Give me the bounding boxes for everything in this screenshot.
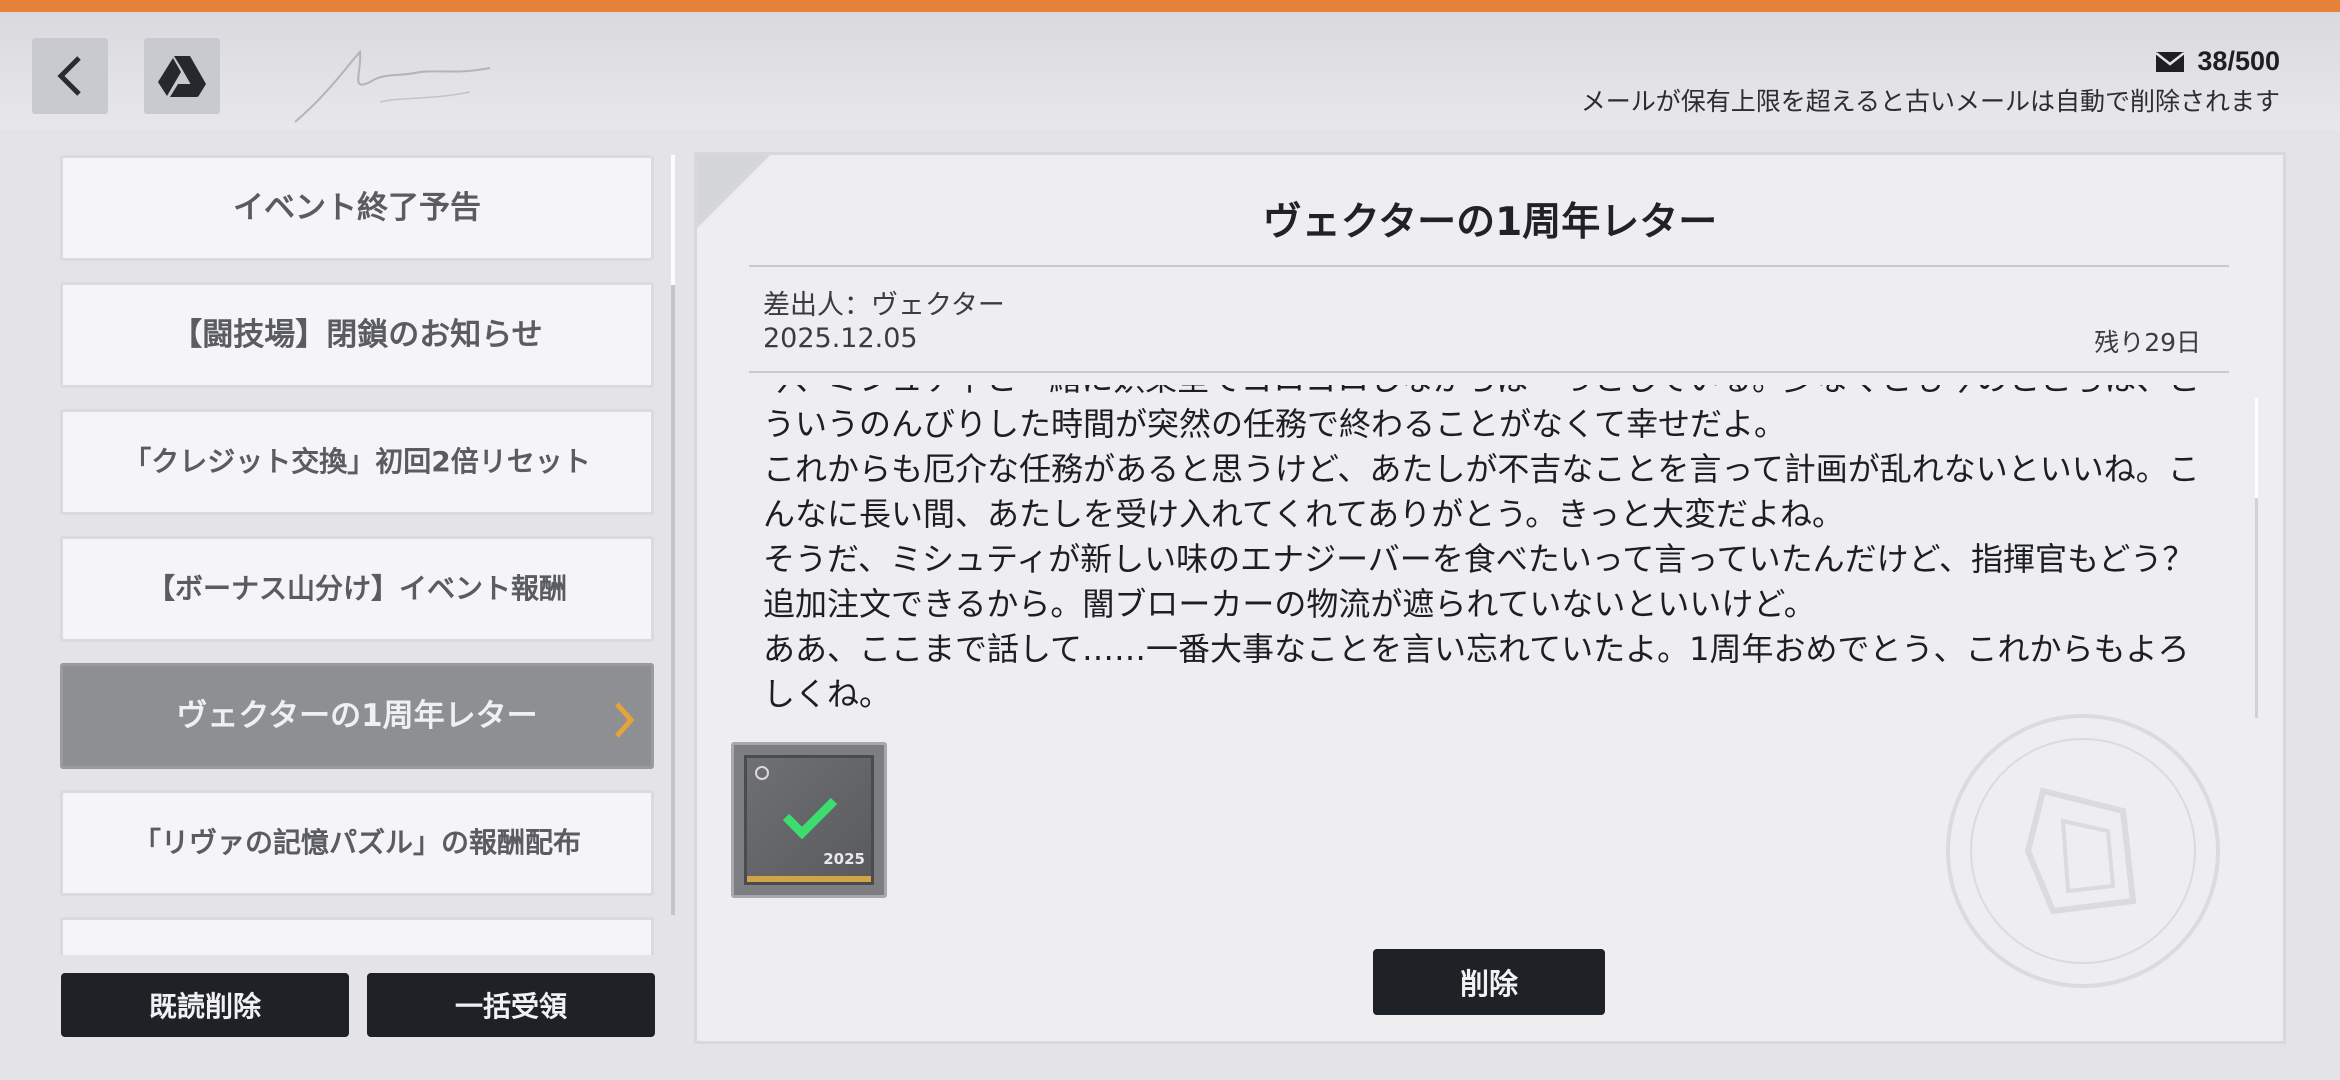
delete-read-button[interactable]: 既読削除	[61, 973, 349, 1037]
mail-list-item[interactable]: 【ボーナス山分け】イベント報酬	[60, 536, 654, 642]
mail-limit-notice: メールが保有上限を超えると古いメールは自動で削除されます	[1580, 87, 2280, 116]
signature-decoration	[294, 49, 491, 123]
mail-body-scrollbar[interactable]	[2255, 398, 2258, 718]
mail-item-title: 「クレジット交換」初回2倍リセット	[123, 444, 591, 478]
mail-detail-panel: ヴェクターの1周年レター 差出人：ヴェクター 2025.12.05 残り29日 …	[694, 152, 2286, 1044]
mail-list-item[interactable]: イベント終了予告	[60, 155, 654, 261]
mail-item-title: ヴェクターの1周年レター	[176, 697, 538, 734]
delete-button[interactable]: 削除	[1373, 949, 1605, 1015]
chevron-right-icon	[615, 702, 635, 738]
mail-list-item-partial[interactable]	[60, 917, 654, 955]
mail-list-scrollbar[interactable]	[671, 155, 675, 915]
stamp-watermark	[1946, 714, 2220, 988]
mail-sender: 差出人：ヴェクター	[763, 290, 1005, 321]
mail-remaining-days: 残り29日	[2094, 328, 2201, 357]
attachment-item[interactable]: 2025	[731, 742, 887, 898]
envelope-icon	[2155, 51, 2186, 72]
drive-button[interactable]	[144, 38, 220, 114]
back-button[interactable]	[32, 38, 108, 114]
claim-all-button[interactable]: 一括受領	[367, 973, 655, 1037]
scrollbar-thumb[interactable]	[671, 155, 675, 285]
mail-list: イベント終了予告 【闘技場】閉鎖のお知らせ 「クレジット交換」初回2倍リセット …	[60, 155, 658, 955]
scrollbar-thumb[interactable]	[2255, 398, 2258, 498]
badge-icon	[755, 766, 769, 780]
mail-body-scroll-area[interactable]: 今、ミシュティと一緒に娯楽室でゴロゴロしながらぼーっとしている。少なくとも今のと…	[763, 385, 2213, 741]
mail-item-title: イベント終了予告	[233, 189, 481, 226]
mail-list-item-selected[interactable]: ヴェクターの1周年レター	[60, 663, 654, 769]
top-accent-stripe	[0, 0, 2340, 12]
drive-icon	[158, 56, 206, 97]
divider	[749, 371, 2229, 373]
mail-count: 38/500	[2155, 46, 2280, 77]
mail-list-item[interactable]: 「クレジット交換」初回2倍リセット	[60, 409, 654, 515]
mail-count-text: 38/500	[2197, 46, 2280, 76]
mail-title: ヴェクターの1周年レター	[1262, 200, 1718, 245]
mail-item-title: 【ボーナス山分け】イベント報酬	[146, 571, 567, 605]
mail-body: 今、ミシュティと一緒に娯楽室でゴロゴロしながらぼーっとしている。少なくとも今のと…	[763, 385, 2200, 713]
mail-list-item[interactable]: 【闘技場】閉鎖のお知らせ	[60, 282, 654, 388]
header-bar: 38/500 メールが保有上限を超えると古いメールは自動で削除されます	[0, 12, 2340, 130]
checkmark-icon	[782, 797, 838, 840]
mail-date: 2025.12.05	[763, 323, 918, 354]
attachment-rarity-strip	[747, 876, 871, 882]
attachment-label: 2025	[823, 850, 865, 868]
mail-item-title: 「リヴァの記憶パズル」の報酬配布	[132, 825, 581, 859]
mail-list-item[interactable]: 「リヴァの記憶パズル」の報酬配布	[60, 790, 654, 896]
mail-item-title: 【闘技場】閉鎖のお知らせ	[171, 316, 543, 353]
divider	[749, 265, 2229, 267]
chevron-left-icon	[57, 56, 81, 96]
